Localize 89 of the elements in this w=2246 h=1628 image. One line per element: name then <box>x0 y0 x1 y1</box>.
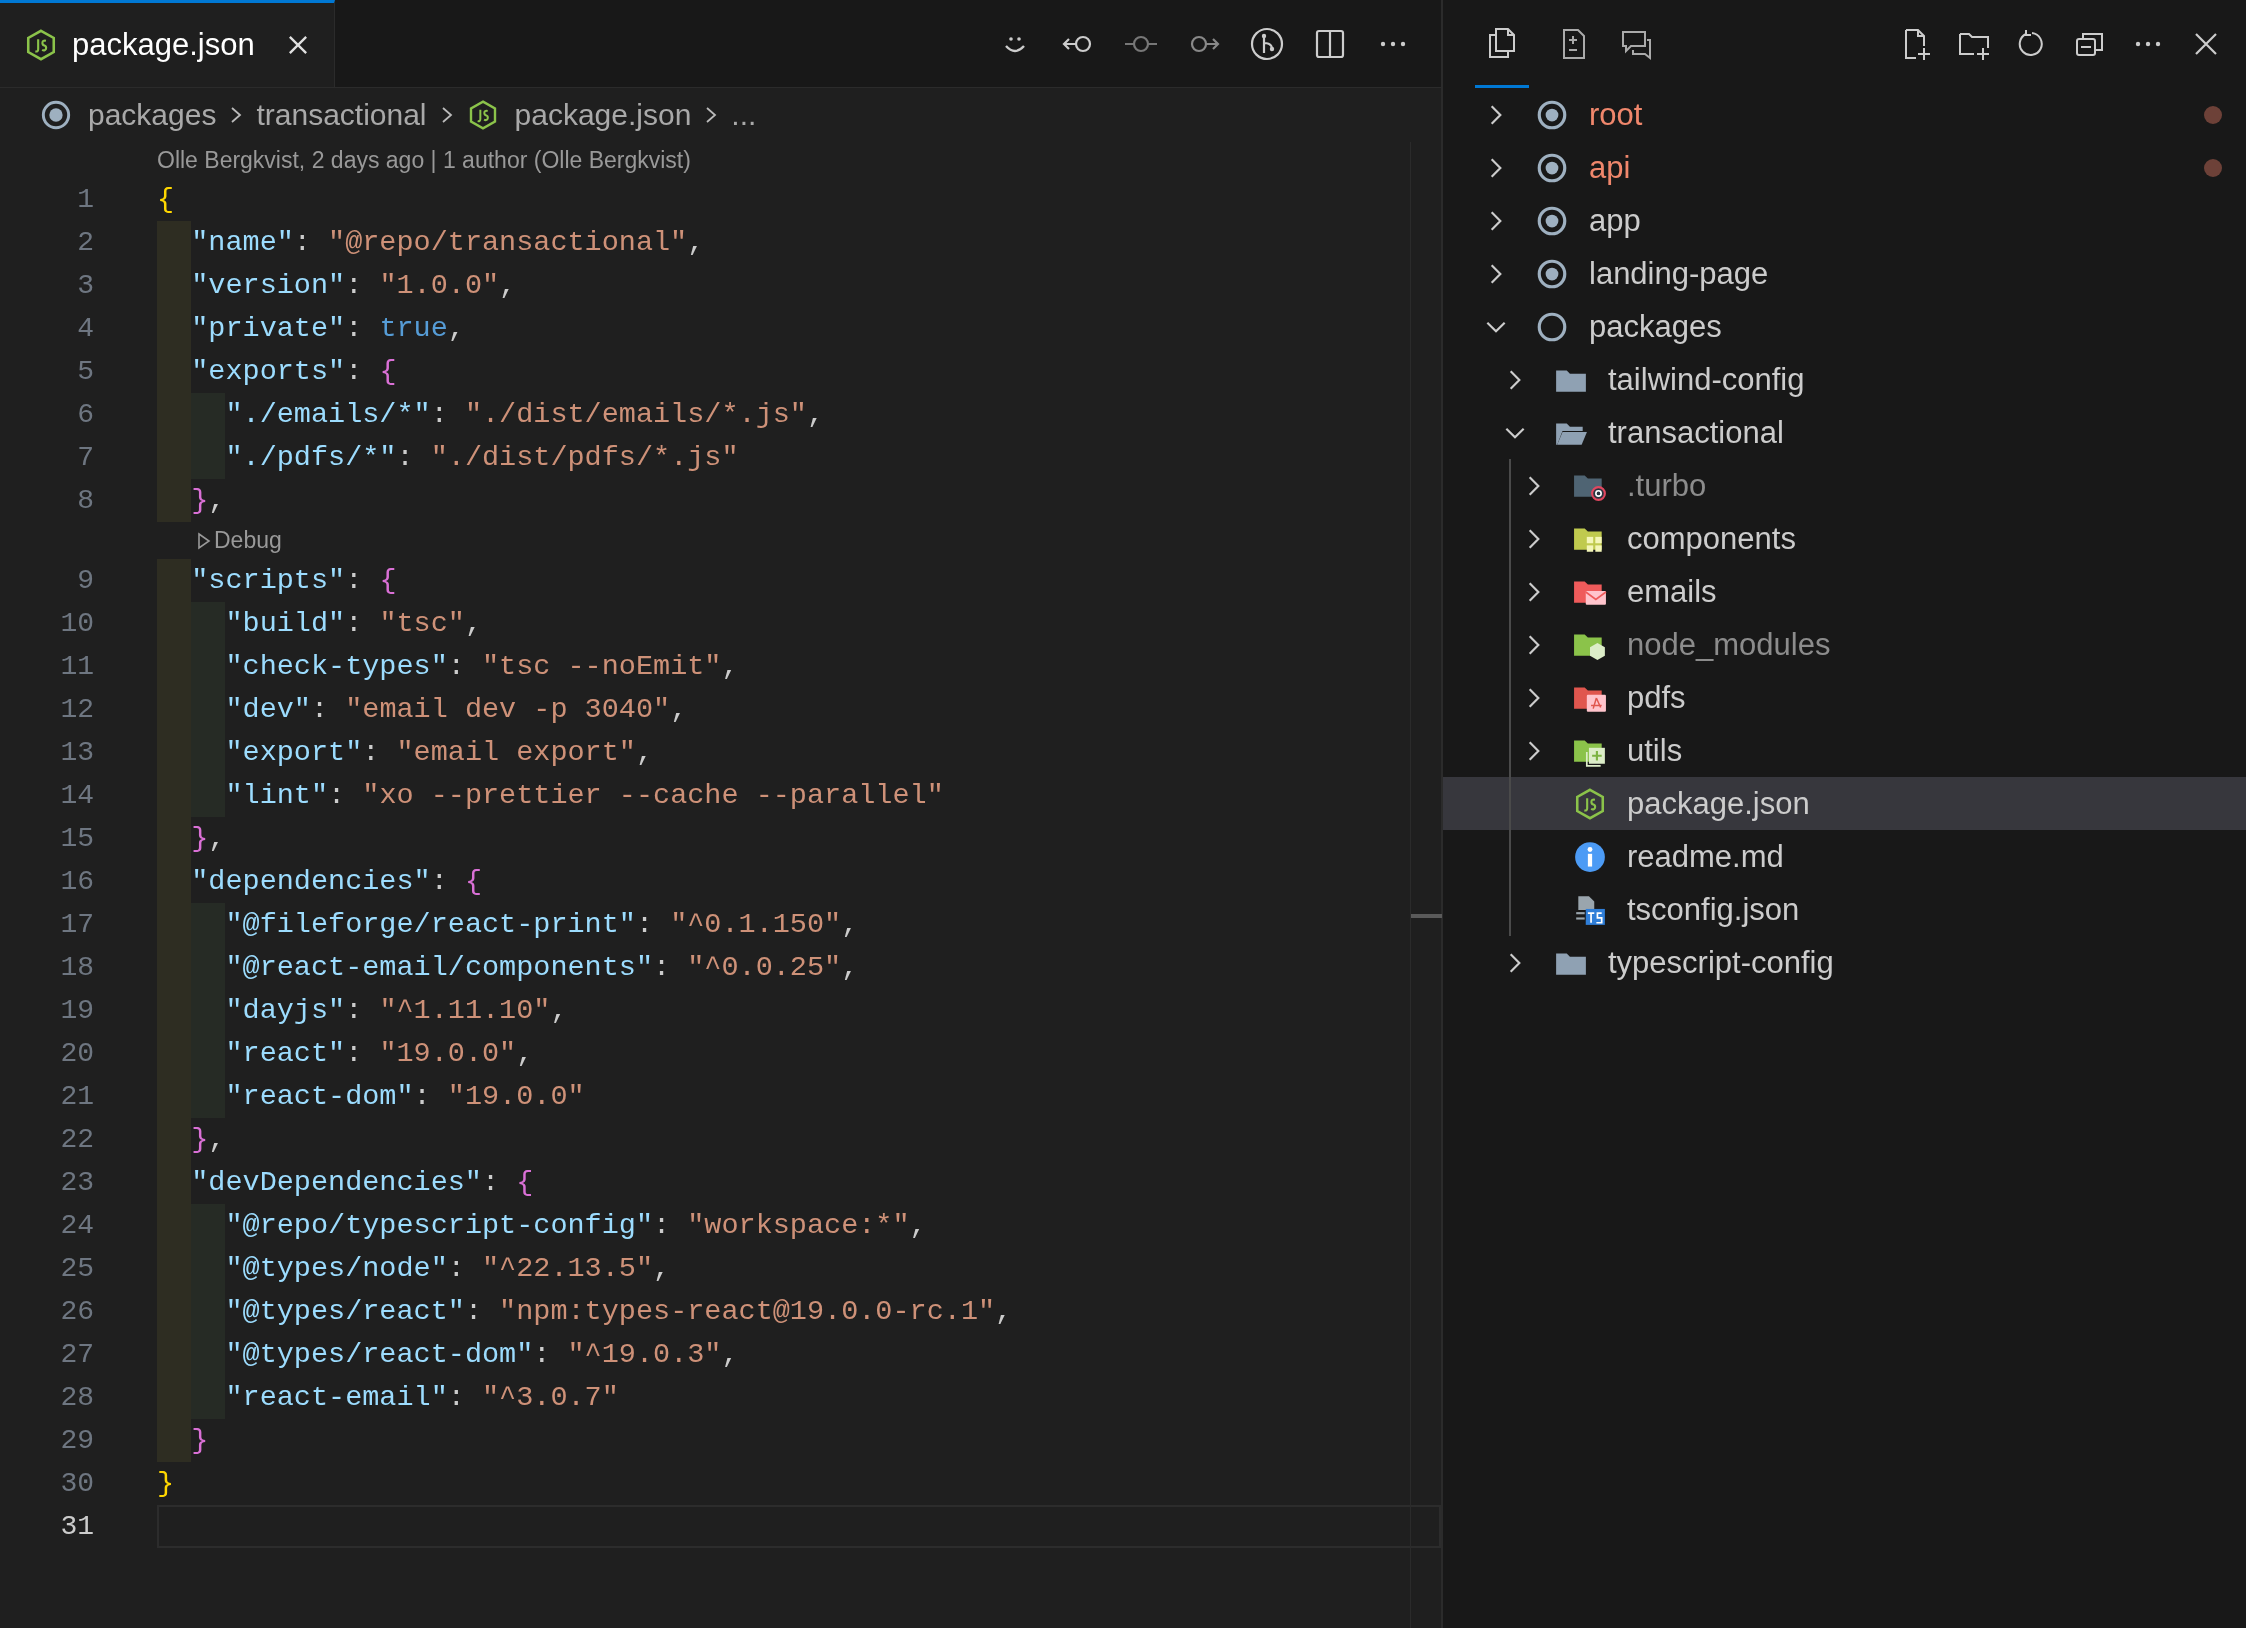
code-line: "react-dom": "19.0.0" <box>157 1075 585 1118</box>
line-number: 31 <box>59 1510 94 1544</box>
code-line: "dayjs": "^1.11.10", <box>157 989 568 1032</box>
info-icon <box>1573 839 1607 874</box>
line-number: 1 <box>76 183 94 217</box>
code-line: } <box>157 1466 175 1502</box>
code-line: "@repo/typescript-config": "workspace:*", <box>157 1204 927 1247</box>
line-number: 5 <box>76 355 94 389</box>
code-line: "export": "email export", <box>157 731 654 774</box>
code-line: "version": "1.0.0", <box>157 264 517 307</box>
scroll-marker <box>1411 914 1442 918</box>
code-line: "dev": "email dev -p 3040", <box>157 688 688 731</box>
target-icon <box>40 99 72 131</box>
line-number: 19 <box>59 994 94 1028</box>
tree-item[interactable]: tailwind-config <box>1443 353 2246 406</box>
line-number: 26 <box>59 1295 94 1329</box>
code-line: "./emails/*": "./dist/emails/*.js", <box>157 393 825 436</box>
tree-item[interactable]: packages <box>1443 300 2246 353</box>
line-number: 3 <box>76 269 94 303</box>
code-line: } <box>157 1419 209 1462</box>
code-line: "react-email": "^3.0.7" <box>157 1376 619 1419</box>
line-number: 10 <box>59 607 94 641</box>
line-number: 18 <box>59 951 94 985</box>
tree-item[interactable]: api <box>1443 141 2246 194</box>
code-line: "scripts": { <box>157 559 397 602</box>
code-line: "@fileforge/react-print": "^0.1.150", <box>157 903 859 946</box>
line-number: 23 <box>59 1166 94 1200</box>
code-line: "build": "tsc", <box>157 602 482 645</box>
tree-item[interactable]: tsconfig.json <box>1443 883 2246 936</box>
code-line: "devDependencies": { <box>157 1161 534 1204</box>
line-number: 8 <box>76 484 94 518</box>
line-number: 6 <box>76 398 94 432</box>
tree-item[interactable]: package.json <box>1443 777 2246 830</box>
code-line: "react": "19.0.0", <box>157 1032 534 1075</box>
tree-item[interactable]: typescript-config <box>1443 936 2246 989</box>
tree-item[interactable]: landing-page <box>1443 247 2246 300</box>
line-number: 4 <box>76 312 94 346</box>
tree-item[interactable]: readme.md <box>1443 830 2246 883</box>
line-number: 25 <box>59 1252 94 1286</box>
hexagon-icon <box>24 28 58 62</box>
code-line: "name": "@repo/transactional", <box>157 221 705 264</box>
blame-annotation: Olle Bergkvist, 2 days ago | 1 author (Olle Bergkvist) <box>156 146 692 175</box>
line-number: 17 <box>59 908 94 942</box>
code-line: "dependencies": { <box>157 860 482 903</box>
code-line: "@react-email/components": "^0.0.25", <box>157 946 859 989</box>
line-number: 15 <box>59 822 94 856</box>
line-number: 9 <box>76 564 94 598</box>
tree-item[interactable]: app <box>1443 194 2246 247</box>
line-number: 29 <box>59 1424 94 1458</box>
line-number: 20 <box>59 1037 94 1071</box>
code-line: "@types/react-dom": "^19.0.3", <box>157 1333 739 1376</box>
line-number: 24 <box>59 1209 94 1243</box>
code-line: "check-types": "tsc --noEmit", <box>157 645 739 688</box>
line-number: 30 <box>59 1467 94 1501</box>
line-number: 16 <box>59 865 94 899</box>
line-number: 2 <box>76 226 94 260</box>
line-number: 13 <box>59 736 94 770</box>
tree-item[interactable]: pdfs <box>1443 671 2246 724</box>
editor-tab[interactable]: package.json <box>0 0 335 87</box>
play-icon[interactable] <box>196 530 212 551</box>
breadcrumb-item[interactable]: transactional <box>256 98 427 132</box>
tree-item[interactable]: emails <box>1443 565 2246 618</box>
tree-item[interactable]: components <box>1443 512 2246 565</box>
line-number: 11 <box>59 650 94 684</box>
code-line: "./pdfs/*": "./dist/pdfs/*.js" <box>157 436 739 479</box>
tree-item[interactable]: node_modules <box>1443 618 2246 671</box>
line-number: 28 <box>59 1381 94 1415</box>
code-line: "exports": { <box>157 350 397 393</box>
line-number: 27 <box>59 1338 94 1372</box>
tree-item[interactable]: .turbo <box>1443 459 2246 512</box>
code-line: "@types/node": "^22.13.5", <box>157 1247 671 1290</box>
hexagon-icon <box>1573 786 1607 821</box>
breadcrumb-item[interactable]: packages <box>88 98 217 132</box>
code-line: "lint": "xo --prettier --cache --parallel" <box>157 774 944 817</box>
breadcrumb-item[interactable]: package.json <box>514 98 692 132</box>
line-number: 7 <box>76 441 94 475</box>
debug-link[interactable]: Debug <box>214 527 282 554</box>
line-number: 14 <box>59 779 94 813</box>
line-number: 21 <box>59 1080 94 1114</box>
tree-item[interactable]: root <box>1443 88 2246 141</box>
tree-item[interactable]: transactional <box>1443 406 2246 459</box>
git-graph-icon[interactable] <box>1249 25 1285 62</box>
line-number: 22 <box>59 1123 94 1157</box>
code-line: { <box>157 182 175 218</box>
code-line: "@types/react": "npm:types-react@19.0.0-rc.1", <box>157 1290 1013 1333</box>
breadcrumb-more[interactable]: ... <box>731 98 757 132</box>
tree-item[interactable]: utils <box>1443 724 2246 777</box>
code-line: "private": true, <box>157 307 465 350</box>
line-number: 12 <box>59 693 94 727</box>
